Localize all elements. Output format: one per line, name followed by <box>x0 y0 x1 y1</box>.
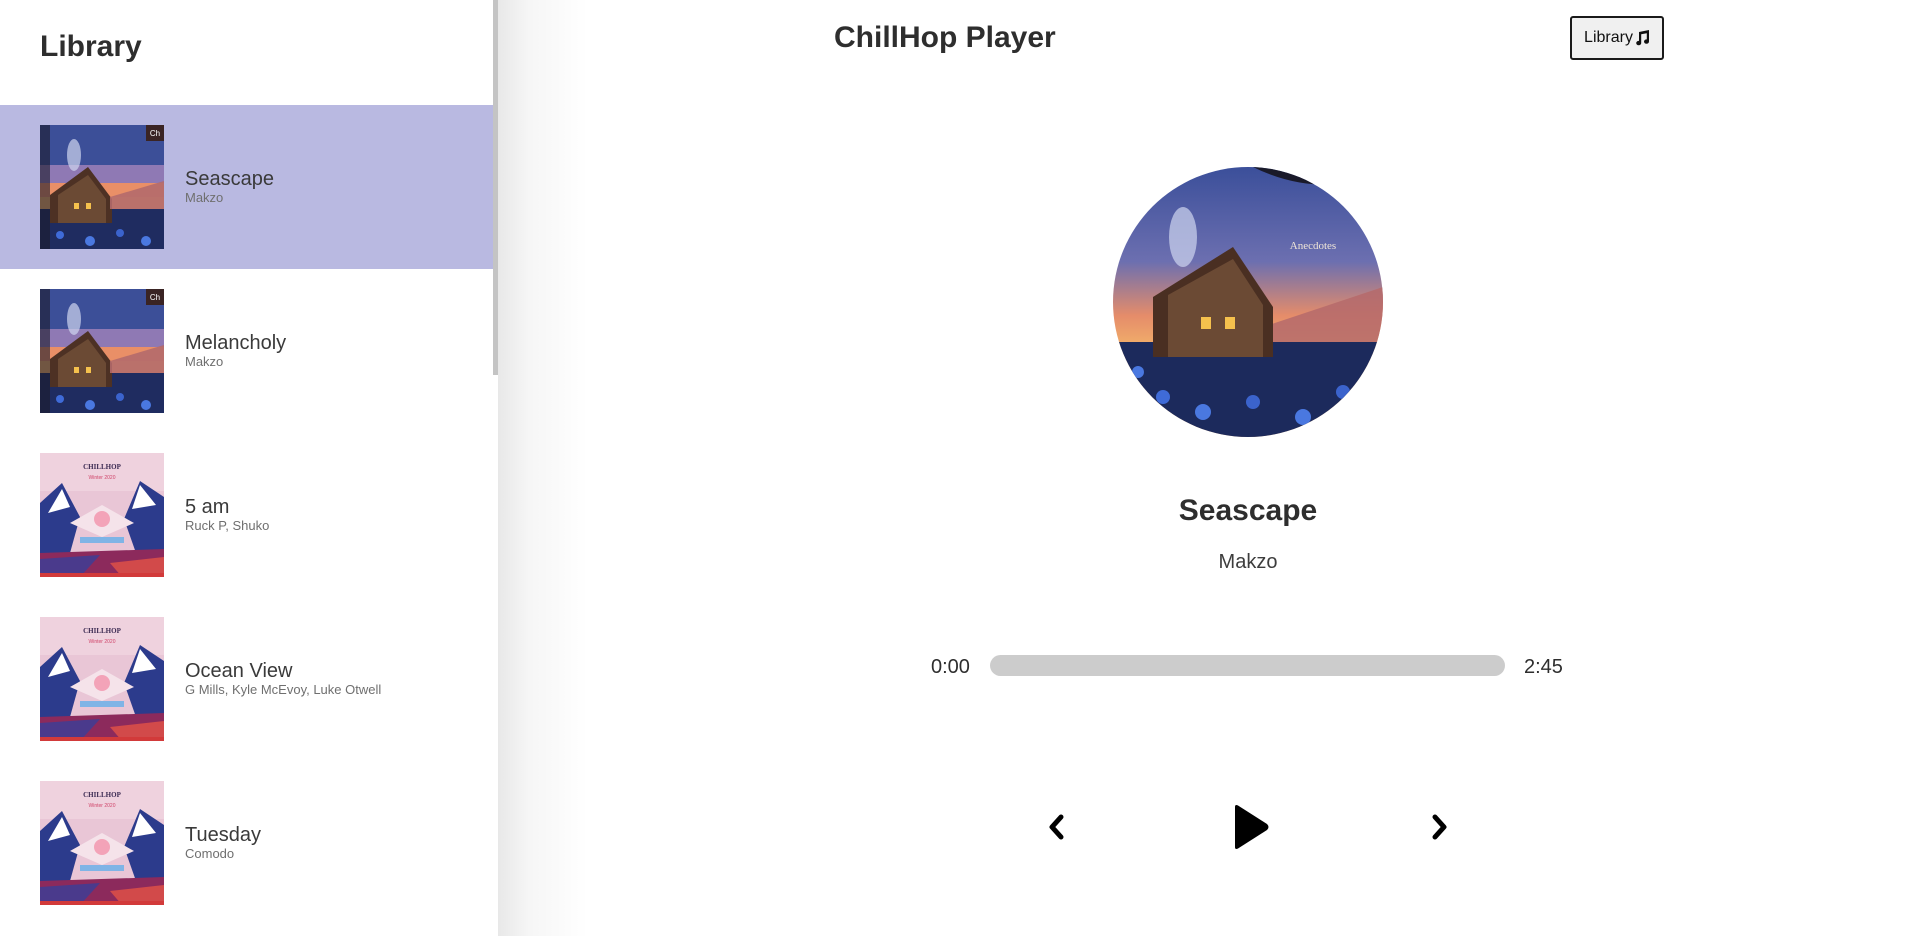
svg-text:CHILLHOP: CHILLHOP <box>83 791 121 799</box>
play-button[interactable] <box>1225 801 1275 853</box>
library-title: Library <box>40 30 142 63</box>
song-name: Seascape <box>185 168 274 190</box>
song-name: Ocean View <box>185 660 293 682</box>
song-description: 5 am Ruck P, Shuko <box>185 496 269 534</box>
previous-button[interactable] <box>1041 807 1071 847</box>
library-shadow <box>498 0 588 936</box>
song-artist: Makzo <box>185 354 224 369</box>
song-description: Seascape Makzo <box>185 168 274 206</box>
song-cover: Ch <box>40 125 164 249</box>
svg-text:Winter 2020: Winter 2020 <box>89 475 116 481</box>
svg-text:Ch: Ch <box>150 293 160 302</box>
svg-text:Winter 2020: Winter 2020 <box>89 803 116 809</box>
song-artist: Comodo <box>185 846 235 861</box>
svg-text:Winter 2020: Winter 2020 <box>89 639 116 645</box>
now-playing-cover: Anecdotes <box>1113 167 1383 437</box>
scrollbar-thumb[interactable] <box>493 0 498 375</box>
song-item[interactable]: CHILLHOP Winter 2020 5 am Ruck P, Shuko <box>0 433 493 597</box>
song-artist: Makzo <box>185 190 224 205</box>
song-name: Tuesday <box>185 824 261 846</box>
library-toggle-button[interactable]: Library <box>1570 16 1664 60</box>
play-icon <box>1235 805 1269 849</box>
progress-bar[interactable] <box>990 655 1505 676</box>
now-playing-cover-caption: Anecdotes <box>1290 240 1336 252</box>
song-description: Tuesday Comodo <box>185 824 261 862</box>
song-description: Melancholy Makzo <box>185 332 286 370</box>
chevron-right-icon <box>1432 814 1447 840</box>
svg-text:CHILLHOP: CHILLHOP <box>83 627 121 635</box>
music-note-icon <box>1636 30 1649 46</box>
now-playing-artist: Makzo <box>1218 551 1278 573</box>
song-name: Melancholy <box>185 332 287 354</box>
song-list: Ch Seascape Makzo Ch Melancholy Makzo CHILLHOP… <box>0 105 493 925</box>
song-cover: CHILLHOP Winter 2020 <box>40 453 164 577</box>
app-root: Library Ch Seascape Makzo Ch Melancholy Makzo… <box>0 0 1915 936</box>
app-title: ChillHop Player <box>834 21 1056 54</box>
duration: 2:45 <box>1524 656 1563 678</box>
now-playing-cover-art: Anecdotes <box>1113 167 1383 437</box>
svg-text:CHILLHOP: CHILLHOP <box>83 463 121 471</box>
song-artist: Ruck P, Shuko <box>185 518 270 533</box>
song-item[interactable]: Ch Melancholy Makzo <box>0 269 493 433</box>
current-time: 0:00 <box>931 656 970 678</box>
svg-text:Ch: Ch <box>150 129 160 138</box>
song-item[interactable]: CHILLHOP Winter 2020 Ocean View G Mills, Ky… <box>0 597 493 761</box>
song-item[interactable]: Ch Seascape Makzo <box>0 105 493 269</box>
song-name: 5 am <box>185 496 230 518</box>
library-button-label: Library <box>1584 29 1633 46</box>
song-cover: CHILLHOP Winter 2020 <box>40 617 164 741</box>
song-item[interactable]: CHILLHOP Winter 2020 Tuesday Comodo <box>0 761 493 925</box>
song-cover: Ch <box>40 289 164 413</box>
now-playing-song-name: Seascape <box>1178 494 1318 527</box>
chevron-left-icon <box>1049 814 1064 840</box>
library-scrollbar[interactable] <box>493 0 498 936</box>
library-panel: Library Ch Seascape Makzo Ch Melancholy Makzo… <box>0 0 498 936</box>
song-cover: CHILLHOP Winter 2020 <box>40 781 164 905</box>
song-artist: G Mills, Kyle McEvoy, Luke Otwell <box>185 682 382 697</box>
song-description: Ocean View G Mills, Kyle McEvoy, Luke Otw… <box>185 660 381 698</box>
next-button[interactable] <box>1425 807 1455 847</box>
